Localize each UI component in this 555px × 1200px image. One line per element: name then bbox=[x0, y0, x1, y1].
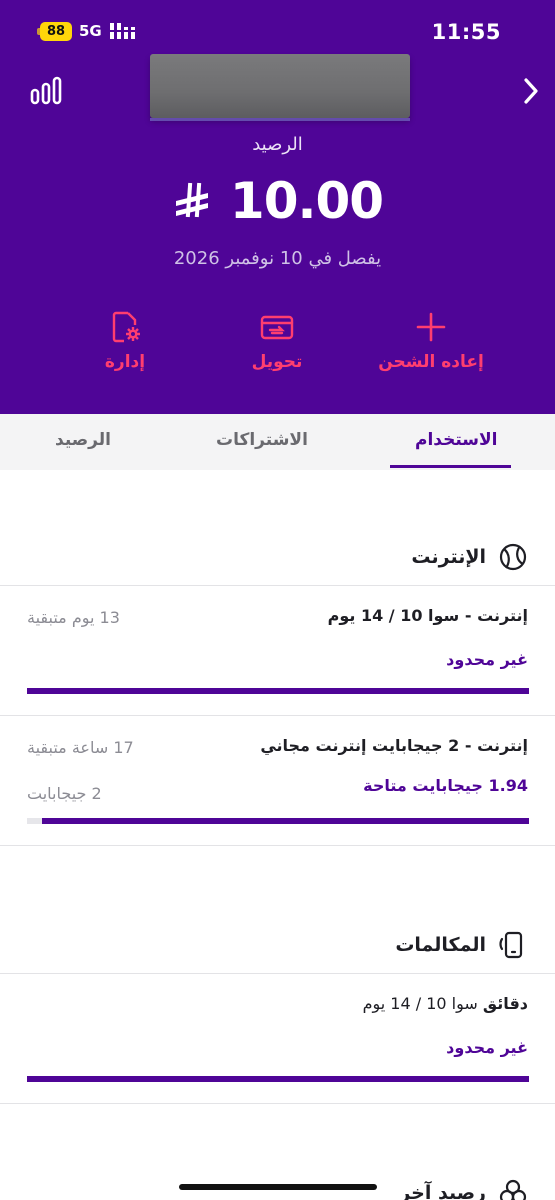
other-balance-icon bbox=[499, 1179, 527, 1200]
balance-label: الرصيد bbox=[252, 134, 303, 155]
calls-item-status: غير محدود bbox=[446, 1038, 528, 1057]
calls-item-title: دقائق سوا 10 / 14 يوم bbox=[363, 994, 528, 1013]
transfer-label: تحويل bbox=[251, 352, 303, 372]
status-bar: 88 5G 11:55 bbox=[0, 0, 555, 60]
usage-progress-fill bbox=[27, 1076, 529, 1082]
other-balance-section-header: رصيد آخر bbox=[399, 1176, 528, 1200]
chevron-right-icon[interactable] bbox=[520, 76, 542, 106]
home-indicator[interactable] bbox=[179, 1184, 377, 1190]
internet-item-status: 1.94 جيجابايت متاحة bbox=[363, 776, 528, 795]
internet-item-title: إنترنت - سوا 10 / 14 يوم bbox=[327, 606, 528, 625]
calls-item-title-bold: دقائق bbox=[482, 994, 528, 1013]
other-balance-title: رصيد آخر bbox=[399, 1182, 486, 1200]
internet-section-header: الإنترنت bbox=[411, 540, 528, 574]
signal-icon bbox=[110, 23, 136, 39]
plus-icon bbox=[416, 312, 446, 342]
calls-item-title-rest: سوا 10 / 14 يوم bbox=[362, 994, 483, 1013]
globe-icon bbox=[499, 543, 527, 571]
phone-icon bbox=[499, 931, 523, 959]
tab-bar: الاستخدام الاشتراكات الرصيد bbox=[0, 414, 555, 470]
manage-label: إدارة bbox=[104, 352, 146, 372]
divider bbox=[0, 1103, 555, 1104]
divider bbox=[0, 973, 555, 974]
network-label: 5G bbox=[79, 22, 102, 40]
tab-subscriptions[interactable]: الاشتراكات bbox=[216, 430, 308, 450]
usage-progress-bar bbox=[27, 1076, 529, 1082]
riyal-icon bbox=[175, 182, 208, 218]
divider bbox=[0, 715, 555, 716]
transfer-card-icon bbox=[260, 315, 294, 340]
usage-progress-bar bbox=[27, 688, 529, 694]
internet-item-total: 2 جيجابايت bbox=[27, 784, 102, 803]
calls-title: المكالمات bbox=[395, 934, 486, 956]
balance-row: 10.00 bbox=[0, 168, 555, 234]
transfer-button[interactable]: تحويل bbox=[207, 310, 347, 372]
internet-title: الإنترنت bbox=[411, 546, 486, 568]
manage-gear-icon bbox=[112, 311, 140, 343]
recharge-label: إعاده الشحن bbox=[378, 352, 484, 372]
internet-item-remaining: 17 ساعة متبقية bbox=[27, 738, 134, 757]
internet-item-title: إنترنت - 2 جيجابايت إنترنت مجاني bbox=[260, 736, 528, 755]
divider bbox=[0, 585, 555, 586]
balance-amount: 10.00 bbox=[229, 172, 384, 230]
manage-button[interactable]: إدارة bbox=[55, 310, 195, 372]
usage-progress-bar bbox=[27, 818, 529, 824]
redacted-number bbox=[150, 54, 410, 121]
battery-icon: 88 bbox=[37, 22, 72, 41]
calls-section-header: المكالمات bbox=[395, 928, 528, 962]
internet-item-remaining: 13 يوم متبقية bbox=[27, 608, 120, 627]
usage-progress-fill bbox=[27, 688, 529, 694]
stats-icon[interactable] bbox=[30, 76, 62, 106]
expiry-date: يفصل في 10 نوفمبر 2026 bbox=[173, 248, 382, 269]
usage-progress-fill bbox=[42, 818, 529, 824]
recharge-button[interactable]: إعاده الشحن bbox=[361, 310, 501, 372]
internet-item-status: غير محدود bbox=[446, 650, 528, 669]
header: 88 5G 11:55 الرصيد 10.00 يفصل في 10 نوفم… bbox=[0, 0, 555, 414]
tab-balance[interactable]: الرصيد bbox=[55, 430, 111, 450]
divider bbox=[0, 845, 555, 846]
clock: 11:55 bbox=[431, 20, 501, 44]
tab-usage[interactable]: الاستخدام bbox=[415, 430, 498, 450]
active-tab-indicator bbox=[390, 465, 511, 468]
